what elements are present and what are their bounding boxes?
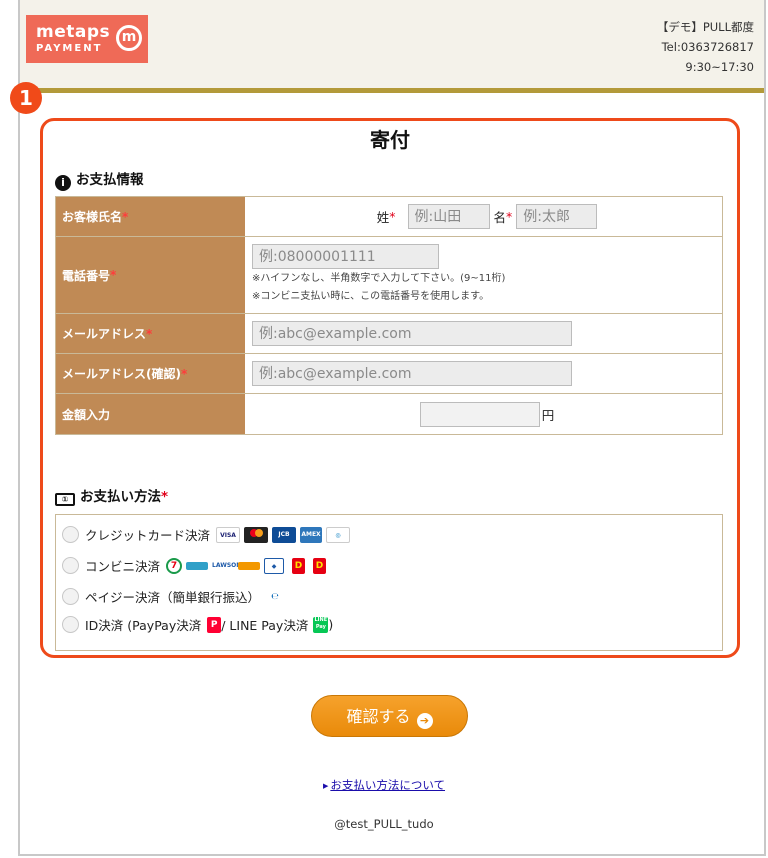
radio-id[interactable] [62, 616, 79, 633]
jcb-icon: JCB [272, 526, 297, 543]
yamazaki-icon: D [313, 557, 327, 574]
row-email: メールアドレス * [56, 314, 722, 354]
seicomart-icon: ◆ [264, 557, 285, 574]
about-payment-link-wrap: ▶ お支払い方法について [0, 777, 768, 793]
phone-note-2: ※コンビニ支払い時に、この電話番号を使用します。 [252, 291, 490, 302]
option-label-payeasy: ペイジー決済（簡単銀行振込） [85, 590, 261, 605]
label-email-confirm: メールアドレス(確認) * [56, 354, 245, 393]
label-amount: 金額入力 [56, 394, 245, 434]
payment-info-table: お客様氏名* 姓* 名* 電話番号* ※ハイフンなし、半角数字で入力して下さい。… [55, 196, 723, 435]
first-name-label: 名 [493, 210, 507, 225]
label-email: メールアドレス * [56, 314, 245, 353]
phone-note-1: ※ハイフンなし、半角数字で入力して下さい。(9~11桁) [252, 273, 506, 284]
phone-input[interactable] [252, 244, 439, 269]
row-amount: 金額入力 円 [56, 394, 722, 434]
diners-icon: ◎ [326, 526, 351, 543]
payment-option-id[interactable]: ID決済 (PayPay決済 P / LINE Pay決済 LINE Pay ) [62, 615, 333, 634]
visa-icon: VISA [216, 526, 241, 543]
money-icon: ① [55, 493, 75, 506]
ministop-icon [238, 561, 261, 570]
row-email-confirm: メールアドレス(確認) * [56, 354, 722, 394]
seven-eleven-icon: 7 [166, 557, 183, 574]
footer-account: @test_PULL_tudo [334, 817, 434, 831]
row-phone: 電話番号* ※ハイフンなし、半角数字で入力して下さい。(9~11桁) ※コンビニ… [56, 237, 722, 314]
row-name: お客様氏名* 姓* 名* [56, 197, 722, 237]
option-label-id-suffix: ) [328, 617, 334, 632]
confirm-button[interactable]: 確認する ➔ [311, 695, 468, 737]
radio-credit[interactable] [62, 526, 79, 543]
amount-input[interactable] [419, 401, 540, 427]
payment-info-heading-text: お支払情報 [76, 172, 144, 188]
option-label-id-middle: / LINE Pay決済 [221, 618, 309, 633]
payment-method-heading-text: お支払い方法 [80, 489, 161, 505]
daily-yamazaki-icon: D [292, 557, 306, 574]
step-marker: 1 [10, 82, 42, 114]
line-pay-icon: LINE Pay [313, 616, 329, 633]
mastercard-icon [244, 526, 269, 543]
email-input[interactable] [252, 321, 572, 346]
payeasy-icon: ℮ [268, 588, 283, 605]
payment-info-heading: i お支払情報 [55, 168, 144, 191]
shop-tel: Tel:0363726817 [661, 40, 754, 54]
radio-conbini[interactable] [62, 557, 79, 574]
option-label-conbini: コンビニ決済 [85, 559, 161, 574]
header-divider [20, 88, 764, 93]
shop-info: 【デモ】PULL都度 Tel:0363726817 9:30~17:30 [657, 17, 754, 77]
info-icon: i [55, 175, 71, 191]
shop-hours: 9:30~17:30 [685, 60, 754, 74]
amount-unit: 円 [541, 407, 555, 423]
email-confirm-input[interactable] [252, 361, 572, 386]
shop-name: 【デモ】PULL都度 [656, 20, 754, 34]
paypay-icon: P [207, 616, 222, 633]
metaps-payment-logo: metaps PAYMENT m [26, 15, 148, 63]
payment-option-credit[interactable]: クレジットカード決済 VISA JCB AMEX ◎ [62, 525, 351, 544]
arrow-right-icon: ➔ [416, 713, 433, 729]
about-payment-link[interactable]: お支払い方法について [330, 778, 445, 792]
payment-option-conbini[interactable]: コンビニ決済 7 LAWSON ◆ D D [62, 556, 327, 575]
familymart-icon [186, 561, 209, 570]
payment-method-heading: ① お支払い方法* [55, 485, 168, 506]
option-label-id: ID決済 (PayPay決済 [85, 618, 202, 633]
radio-payeasy[interactable] [62, 588, 79, 605]
option-label-credit: クレジットカード決済 [85, 528, 211, 543]
triangle-right-icon: ▶ [322, 782, 329, 790]
last-name-label: 姓 [376, 210, 390, 225]
logo-subtext: PAYMENT [36, 43, 103, 54]
first-name-input[interactable] [516, 204, 598, 229]
page-title: 寄付 [370, 128, 410, 152]
payment-method-list: クレジットカード決済 VISA JCB AMEX ◎ コンビニ決済 7 LAWS… [55, 514, 723, 651]
logo-text: metaps [36, 22, 111, 42]
payment-option-payeasy[interactable]: ペイジー決済（簡単銀行振込） ℮ [62, 587, 283, 606]
label-name: お客様氏名 * [56, 197, 245, 236]
last-name-input[interactable] [407, 204, 490, 229]
label-phone: 電話番号 * [56, 237, 245, 313]
lawson-icon: LAWSON [212, 561, 242, 570]
amex-icon: AMEX [300, 526, 323, 543]
logo-mark-icon: m [116, 25, 142, 51]
